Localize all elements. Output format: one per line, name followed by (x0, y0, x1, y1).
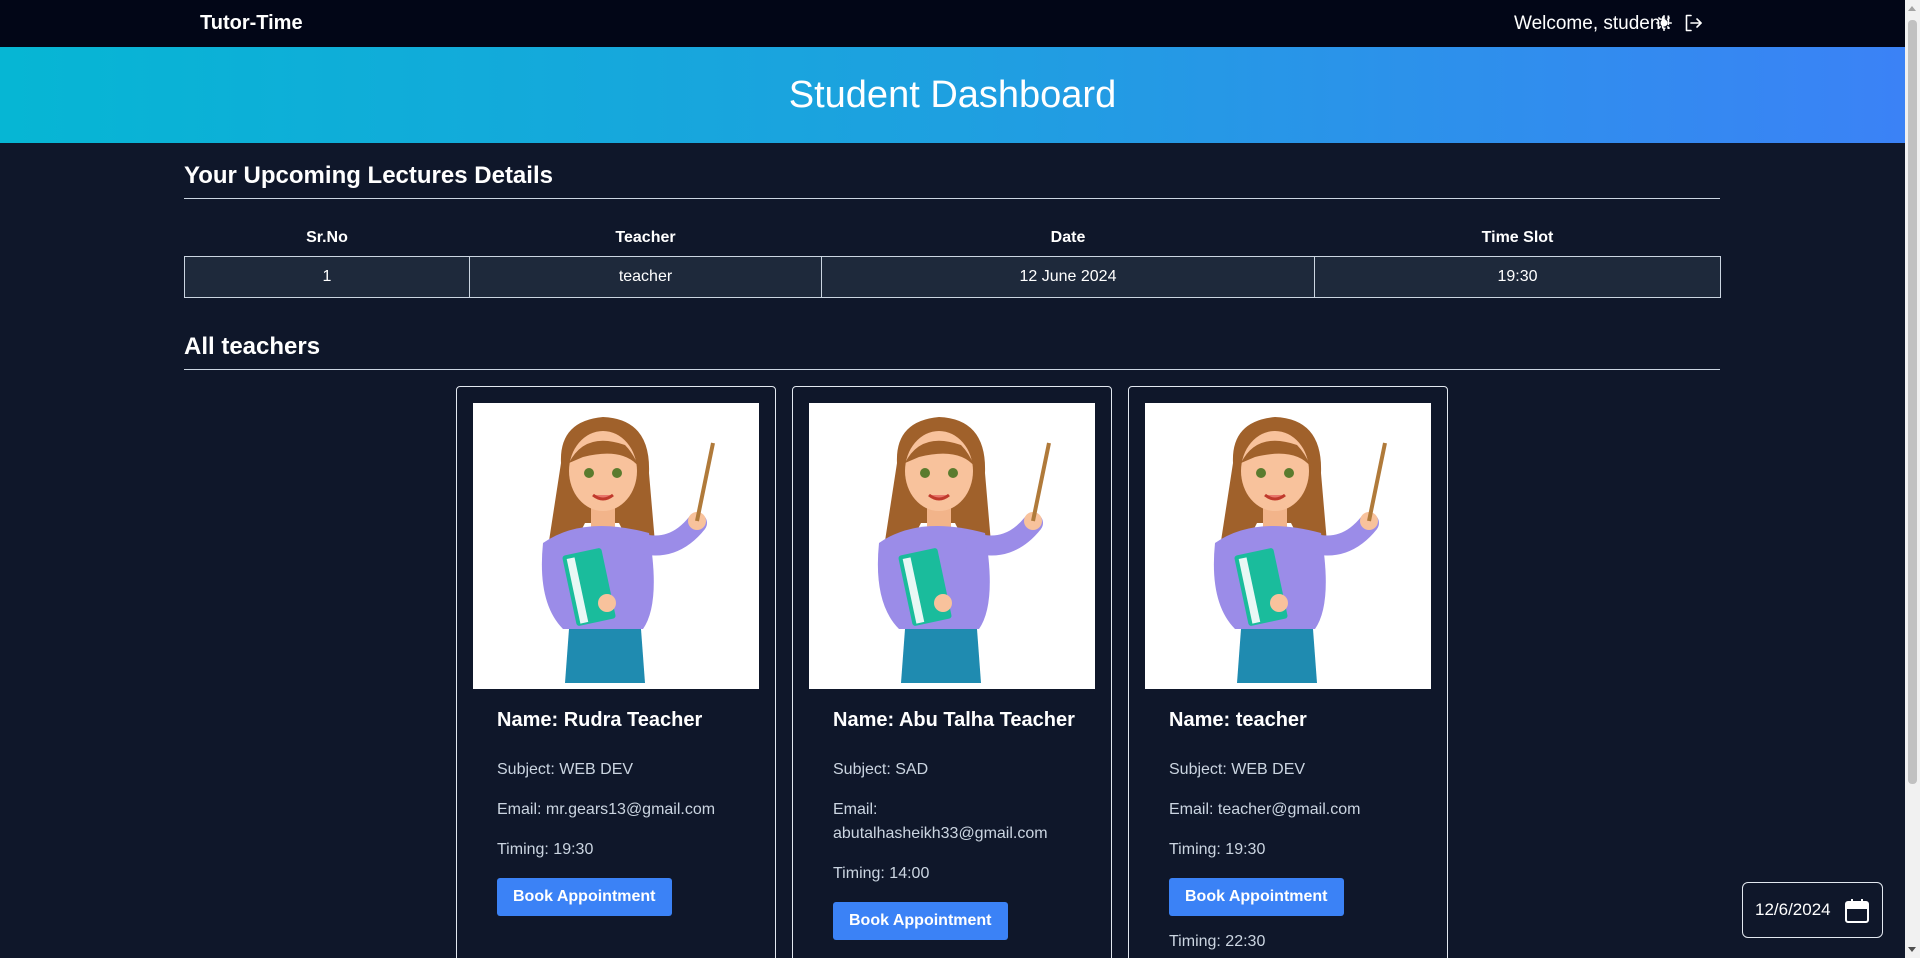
teacher-timing: Timing: 14:00 (833, 865, 930, 882)
cell-srno: 1 (184, 255, 470, 298)
teacher-name: Name: Rudra Teacher (497, 709, 703, 731)
scrollbar-thumb[interactable] (1908, 20, 1917, 784)
logout-icon[interactable] (1683, 13, 1703, 33)
teacher-email: Email: abutalhasheikh33@gmail.com (833, 798, 1091, 846)
calendar-icon[interactable] (1844, 898, 1870, 929)
column-header-time-slot: Time Slot (1481, 228, 1554, 246)
column-header-srno: Sr.No (306, 228, 348, 246)
brand-logo[interactable]: Tutor-Time (200, 12, 303, 35)
teacher-timing: Timing: 19:30 (1169, 841, 1266, 858)
teachers-section-title: All teachers (184, 333, 321, 360)
divider (184, 198, 1720, 199)
divider (184, 369, 1720, 370)
sun-icon[interactable] (1654, 13, 1674, 33)
teacher-email-label: Email: (833, 801, 878, 818)
dashboard-header: Student Dashboard (0, 47, 1905, 143)
teacher-subject: Subject: WEB DEV (1169, 761, 1306, 778)
book-appointment-button[interactable]: Book Appointment (497, 878, 672, 916)
book-appointment-button[interactable]: Book Appointment (833, 902, 1008, 940)
teacher-name: Name: Abu Talha Teacher (833, 709, 1075, 731)
teacher-email: Email: teacher@gmail.com (1169, 801, 1361, 818)
teacher-email-value: abutalhasheikh33@gmail.com (833, 825, 1048, 842)
teacher-subject: Subject: WEB DEV (497, 761, 634, 778)
welcome-text: Welcome, student! (1513, 13, 1671, 34)
teacher-avatar-image (1145, 403, 1431, 689)
column-header-teacher: Teacher (615, 228, 676, 246)
column-header-date: Date (1050, 228, 1086, 246)
teacher-timing: Timing: 22:30 (1169, 933, 1266, 950)
page-title: Student Dashboard (788, 73, 1117, 116)
table-header-row: Sr.No Teacher Date Time Slot (185, 220, 1721, 256)
teacher-avatar-image (809, 403, 1095, 689)
date-value: 12/6/2024 (1755, 900, 1831, 919)
book-appointment-button[interactable]: Book Appointment (1169, 878, 1344, 916)
lectures-section-title: Your Upcoming Lectures Details (184, 162, 553, 189)
lectures-table: Sr.No Teacher Date Time Slot 1 teacher 1… (184, 220, 1721, 298)
vertical-scrollbar[interactable] (1905, 0, 1920, 958)
teacher-cards: Name: Rudra Teacher Subject: WEB DEV Ema… (456, 386, 1448, 958)
teacher-card: Name: teacher Subject: WEB DEV Email: te… (1128, 386, 1448, 958)
date-picker[interactable]: 12/6/2024 (1742, 882, 1883, 938)
scroll-down-arrow-icon[interactable] (1908, 947, 1916, 952)
navbar: Tutor-Time Welcome, student! (0, 0, 1905, 47)
teacher-card: Name: Abu Talha Teacher Subject: SAD Ema… (792, 386, 1112, 958)
teacher-avatar-image (473, 403, 759, 689)
teacher-subject: Subject: SAD (833, 761, 929, 778)
cell-teacher: teacher (469, 255, 822, 298)
scroll-up-arrow-icon[interactable] (1908, 6, 1916, 11)
teacher-timing: Timing: 19:30 (497, 841, 594, 858)
cell-time-slot: 19:30 (1314, 255, 1721, 298)
teacher-name: Name: teacher (1169, 709, 1307, 731)
table-row: 1 teacher 12 June 2024 19:30 (184, 255, 1721, 298)
teacher-email: Email: mr.gears13@gmail.com (497, 801, 716, 818)
teacher-card: Name: Rudra Teacher Subject: WEB DEV Ema… (456, 386, 776, 958)
cell-date: 12 June 2024 (821, 255, 1315, 298)
